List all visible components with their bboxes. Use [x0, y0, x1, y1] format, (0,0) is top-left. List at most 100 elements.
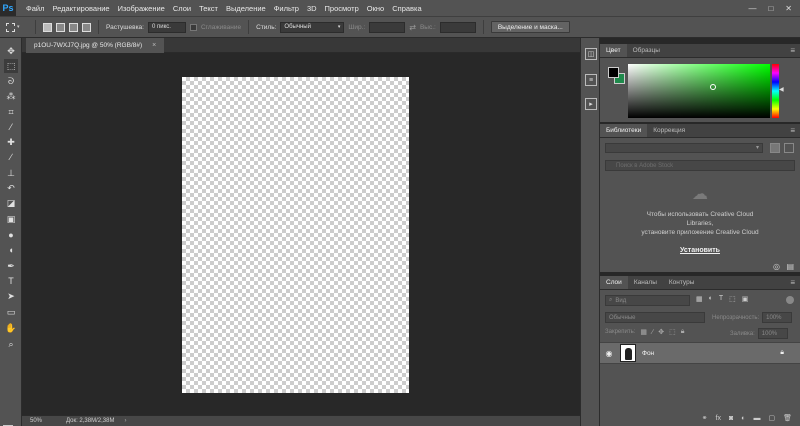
fx-icon[interactable]: fx	[716, 415, 721, 422]
adjustment-filter-icon[interactable]: ◐	[709, 295, 713, 303]
trash-icon[interactable]: 🗑︎	[783, 414, 792, 422]
opacity-input[interactable]: 100%	[762, 312, 793, 323]
hue-slider[interactable]	[772, 64, 779, 118]
history-brush-tool[interactable]: ↶	[4, 181, 18, 195]
minimize-icon[interactable]: —	[748, 4, 756, 13]
tab-adjustments[interactable]: Коррекция	[647, 124, 691, 137]
type-filter-icon[interactable]: T	[719, 295, 723, 303]
blur-tool[interactable]: ●	[4, 228, 18, 242]
transparent-canvas[interactable]	[182, 77, 409, 393]
tab-channels[interactable]: Каналы	[628, 276, 663, 289]
tab-color[interactable]: Цвет	[600, 44, 627, 57]
color-picker-cursor[interactable]	[710, 84, 716, 90]
menu-type[interactable]: Текст	[195, 4, 222, 13]
library-select[interactable]: ▾	[605, 143, 763, 153]
layer-filter-select[interactable]: ⌕ Вид	[605, 295, 690, 306]
menu-layers[interactable]: Слои	[169, 4, 195, 13]
shape-filter-icon[interactable]: ⬚	[729, 295, 736, 303]
tab-paths[interactable]: Контуры	[663, 276, 701, 289]
foreground-color-box[interactable]	[608, 67, 619, 78]
brush-tool[interactable]: ∕	[4, 150, 18, 164]
swap-icon[interactable]: ⇄	[409, 23, 416, 32]
height-input[interactable]	[439, 21, 476, 33]
history-panel-icon[interactable]: ◫	[585, 48, 597, 60]
stock-icon[interactable]: ◎	[773, 262, 780, 271]
blend-mode-select[interactable]: Обычные	[605, 312, 705, 323]
tab-swatches[interactable]: Образцы	[627, 44, 666, 57]
clone-stamp-tool[interactable]: ⊥	[4, 166, 18, 180]
path-selection-tool[interactable]: ➤	[4, 289, 18, 303]
crop-tool[interactable]: ⌗	[4, 105, 18, 119]
zoom-level[interactable]: 50%	[22, 418, 62, 424]
panel-menu-icon[interactable]: ≡	[785, 46, 800, 55]
panel-menu-icon[interactable]: ≡	[785, 278, 800, 287]
type-tool[interactable]: T	[4, 274, 18, 288]
lock-artboard-icon[interactable]: ⬚	[669, 328, 676, 336]
menu-image[interactable]: Изображение	[114, 4, 169, 13]
magic-wand-tool[interactable]: ⁂	[4, 89, 18, 103]
library-search-input[interactable]: Поиск в Adobe Stock	[605, 160, 795, 171]
subtract-selection-icon[interactable]	[69, 22, 78, 32]
zoom-tool[interactable]: ⌕	[4, 337, 18, 351]
panel-menu-icon[interactable]: ≡	[785, 126, 800, 135]
close-icon[interactable]: ✕	[785, 4, 792, 13]
marquee-tool[interactable]: ⬚	[4, 59, 18, 73]
new-group-icon[interactable]: ▬	[753, 415, 760, 422]
link-layers-icon[interactable]: ⚭	[702, 414, 708, 422]
new-adjustment-layer-icon[interactable]: ◐	[741, 415, 745, 422]
list-view-icon[interactable]	[784, 143, 794, 153]
intersect-selection-icon[interactable]	[82, 22, 91, 32]
tool-preset-picker[interactable]: ▾	[6, 20, 28, 34]
grid-view-icon[interactable]	[770, 143, 780, 153]
layer-row[interactable]: ◉ Фон 🔒︎	[600, 342, 800, 364]
menu-file[interactable]: Файл	[22, 4, 48, 13]
eraser-tool[interactable]: ◪	[4, 196, 18, 210]
fill-input[interactable]: 100%	[757, 328, 788, 339]
tab-layers[interactable]: Слои	[600, 276, 628, 289]
close-icon[interactable]: ×	[152, 42, 156, 49]
antialias-checkbox[interactable]	[189, 23, 197, 31]
install-link[interactable]: Установить	[610, 247, 790, 254]
maximize-icon[interactable]: □	[768, 4, 773, 13]
healing-brush-tool[interactable]: ✚	[4, 135, 18, 149]
eyedropper-tool[interactable]: ⁄	[4, 120, 18, 134]
lock-image-icon[interactable]: ∕	[652, 329, 653, 336]
library-options-icon[interactable]: ▤	[786, 262, 794, 271]
width-input[interactable]	[369, 21, 406, 33]
actions-panel-icon[interactable]: ▸	[585, 98, 597, 110]
smart-object-filter-icon[interactable]: ▣	[742, 295, 749, 303]
lock-position-icon[interactable]: ✥	[658, 328, 664, 336]
document-tab[interactable]: p1OU-7WXJ7Q.jpg @ 50% (RGB/8#) ×	[26, 38, 165, 53]
menu-select[interactable]: Выделение	[222, 4, 270, 13]
pen-tool[interactable]: ✒	[4, 259, 18, 273]
menu-help[interactable]: Справка	[388, 4, 425, 13]
menu-window[interactable]: Окно	[363, 4, 388, 13]
menu-3d[interactable]: 3D	[303, 4, 321, 13]
eye-icon[interactable]: ◉	[600, 349, 618, 358]
color-picker-field[interactable]	[628, 64, 770, 118]
lock-transparent-icon[interactable]: ▦	[640, 328, 647, 336]
chevron-right-icon[interactable]: ›	[124, 418, 126, 424]
hand-tool[interactable]: ✋	[4, 321, 18, 335]
hue-slider-handle-icon[interactable]: ◀	[779, 86, 784, 93]
dodge-tool[interactable]: ◖	[4, 243, 18, 257]
properties-panel-icon[interactable]: ≡	[585, 74, 597, 86]
new-layer-icon[interactable]: ▢	[768, 414, 775, 422]
lasso-tool[interactable]: ᘐ	[4, 74, 18, 88]
menu-filter[interactable]: Фильтр	[270, 4, 303, 13]
pixel-filter-icon[interactable]: ▦	[696, 295, 703, 303]
lock-all-icon[interactable]: 🔒︎	[681, 328, 685, 336]
rectangle-tool[interactable]: ▭	[4, 305, 18, 319]
style-select[interactable]: Обычный ▾	[280, 21, 345, 33]
move-tool[interactable]: ✥	[4, 44, 18, 58]
canvas-workspace[interactable]	[22, 53, 580, 415]
menu-edit[interactable]: Редактирование	[48, 4, 113, 13]
add-selection-icon[interactable]	[56, 22, 65, 32]
new-selection-icon[interactable]	[43, 22, 52, 32]
tab-libraries[interactable]: Библиотеки	[600, 124, 648, 137]
filter-toggle-icon[interactable]	[786, 296, 794, 304]
menu-view[interactable]: Просмотр	[321, 4, 363, 13]
feather-input[interactable]: 0 пикс.	[147, 21, 186, 33]
gradient-tool[interactable]: ▣	[4, 212, 18, 226]
select-and-mask-button[interactable]: Выделение и маска...	[490, 21, 570, 33]
